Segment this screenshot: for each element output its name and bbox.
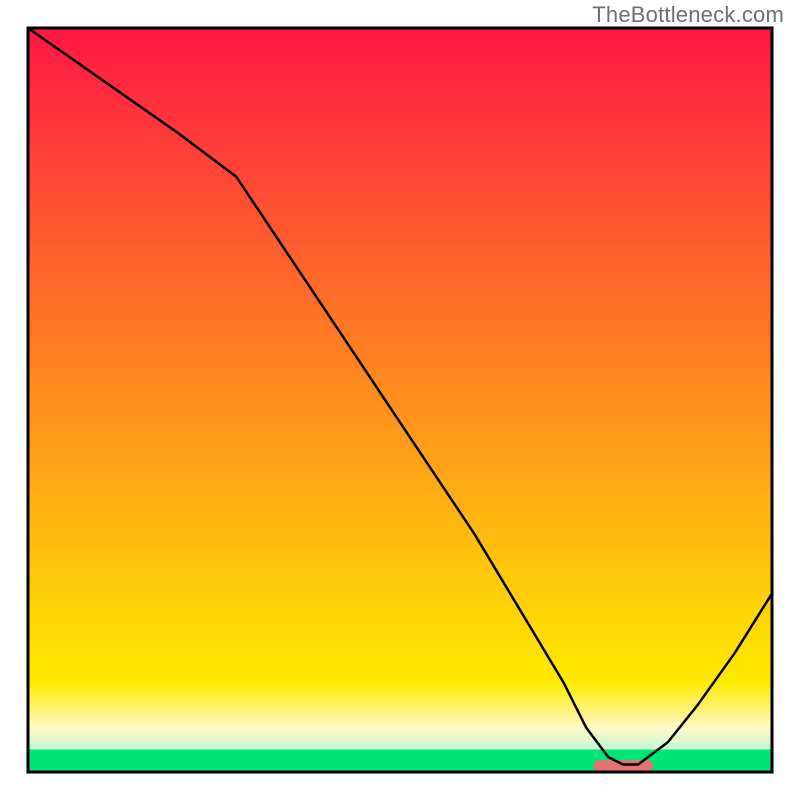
chart-background [28,28,772,772]
optimal-marker [593,760,653,772]
chart-container: TheBottleneck.com [0,0,800,800]
watermark-text: TheBottleneck.com [592,2,784,28]
chart-svg [0,0,800,800]
